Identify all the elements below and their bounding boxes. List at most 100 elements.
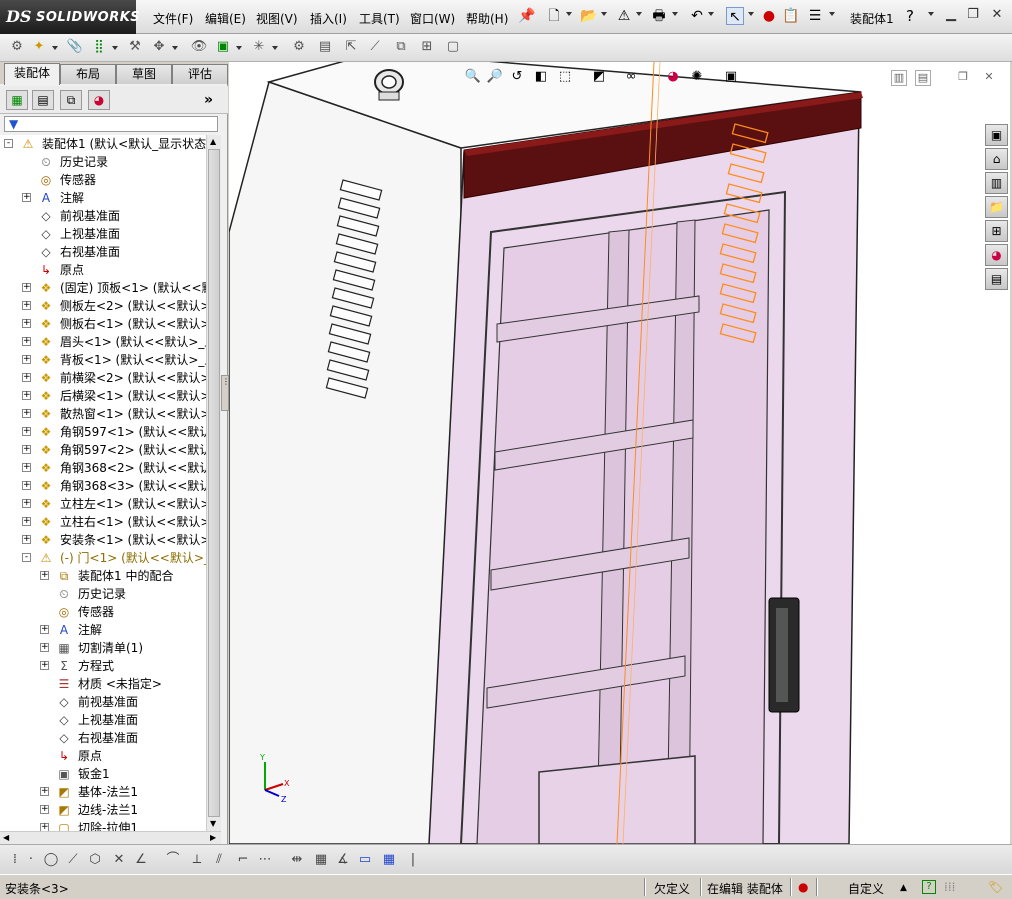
units-dropdown-icon[interactable]: ▲ bbox=[900, 883, 907, 893]
configuration-manager-icon[interactable]: ⧉ bbox=[60, 90, 82, 110]
circle-icon[interactable]: ◯ bbox=[42, 851, 60, 869]
solidworks-resources-icon[interactable]: ▣ bbox=[985, 124, 1008, 146]
scroll-down-icon[interactable]: ▼ bbox=[210, 819, 216, 828]
expand-icon[interactable]: + bbox=[40, 661, 49, 670]
expand-icon[interactable]: + bbox=[22, 409, 31, 418]
units-status[interactable]: 自定义 bbox=[848, 880, 884, 897]
tab-layout[interactable]: 布局 bbox=[60, 64, 116, 84]
instant3d-icon[interactable]: ▢ bbox=[444, 38, 462, 56]
apply-scene-icon[interactable]: ✺ bbox=[688, 68, 706, 86]
help-icon[interactable]: ? bbox=[906, 7, 914, 25]
tree-horizontal-scrollbar[interactable]: ◀ ▶ bbox=[0, 831, 221, 844]
exploded-view-icon[interactable]: ⇱ bbox=[342, 38, 360, 56]
clearance-verification-icon[interactable]: ⊞ bbox=[418, 38, 436, 56]
tag-icon[interactable]: 🏷 bbox=[988, 880, 1003, 894]
scroll-thumb[interactable] bbox=[208, 149, 220, 817]
tree-row[interactable]: ↳ 原点 bbox=[0, 261, 206, 279]
tree-vertical-scrollbar[interactable]: ▲ ▼ bbox=[206, 135, 221, 831]
design-library-icon[interactable]: ▥ bbox=[985, 172, 1008, 194]
expand-icon[interactable]: + bbox=[22, 517, 31, 526]
tree-row[interactable]: ◇ 前视基准面 bbox=[0, 693, 206, 711]
open-folder-icon[interactable]: 📂 bbox=[580, 7, 598, 25]
traffic-light-icon[interactable]: ● bbox=[760, 7, 778, 25]
polygon-icon[interactable]: ⬡ bbox=[86, 851, 104, 869]
tree-row[interactable]: + ◩ 边线-法兰1 bbox=[0, 801, 206, 819]
expand-icon[interactable]: + bbox=[22, 427, 31, 436]
expand-icon[interactable]: + bbox=[40, 571, 49, 580]
smart-dimension-icon[interactable]: ⇹ bbox=[288, 851, 306, 869]
tree-row[interactable]: + ❖ 侧板右<1> (默认<<默认>_显示 bbox=[0, 315, 206, 333]
menu-edit[interactable]: 编辑(E) bbox=[205, 10, 246, 27]
help-status-icon[interactable]: ? bbox=[922, 880, 936, 894]
expand-icon[interactable]: + bbox=[40, 625, 49, 634]
tree-row[interactable]: ◎ 传感器 bbox=[0, 171, 206, 189]
trim-icon[interactable]: ✕ bbox=[110, 851, 128, 869]
minimize-icon[interactable]: ▁ bbox=[942, 6, 960, 24]
line-icon[interactable]: ⟋ bbox=[64, 851, 82, 869]
corner-rect-icon[interactable]: ⌐ bbox=[234, 851, 252, 869]
appearances-icon[interactable]: ◕ bbox=[985, 244, 1008, 266]
tree-row[interactable]: ◇ 右视基准面 bbox=[0, 243, 206, 261]
interference-detection-icon[interactable]: ⧉ bbox=[392, 38, 410, 56]
smart-fasteners-icon[interactable]: ⚒ bbox=[126, 38, 144, 56]
menu-file[interactable]: 文件(F) bbox=[153, 10, 193, 27]
tree-row[interactable]: + Σ 方程式 bbox=[0, 657, 206, 675]
collapse-icon[interactable]: - bbox=[4, 139, 13, 148]
rebuild-warning-icon[interactable]: ⚠ bbox=[615, 7, 633, 25]
tree-row[interactable]: ▣ 钣金1 bbox=[0, 765, 206, 783]
file-explorer-icon[interactable]: 📁 bbox=[985, 196, 1008, 218]
menu-tools[interactable]: 工具(T) bbox=[359, 10, 400, 27]
expand-icon[interactable]: + bbox=[22, 499, 31, 508]
previous-view-icon[interactable]: ↺ bbox=[508, 68, 526, 86]
tree-row[interactable]: ◇ 上视基准面 bbox=[0, 711, 206, 729]
solidworks-logo[interactable]: DS SOLIDWORKS bbox=[0, 0, 140, 34]
tree-row[interactable]: + ❖ 侧板左<2> (默认<<默认>_显示 bbox=[0, 297, 206, 315]
tree-row[interactable]: + ❖ 眉头<1> (默认<<默认>_显示状 bbox=[0, 333, 206, 351]
linear-pattern-icon[interactable]: ⣿ bbox=[90, 38, 108, 56]
more-tabs-chevron[interactable]: » bbox=[204, 92, 213, 108]
tree-row[interactable]: ☰ 材质 <未指定> bbox=[0, 675, 206, 693]
expand-icon[interactable]: + bbox=[22, 319, 31, 328]
new-motion-study-icon[interactable]: ⚙ bbox=[290, 38, 308, 56]
tree-row[interactable]: + ❖ 立柱右<1> (默认<<默认>_显示 bbox=[0, 513, 206, 531]
tab-evaluate[interactable]: 评估 bbox=[172, 64, 228, 84]
property-manager-icon[interactable]: ▤ bbox=[32, 90, 54, 110]
expand-icon[interactable]: + bbox=[22, 535, 31, 544]
tree-row[interactable]: ◇ 前视基准面 bbox=[0, 207, 206, 225]
collapse-icon[interactable]: - bbox=[22, 553, 31, 562]
print-icon[interactable]: 🖶 bbox=[650, 7, 668, 25]
tree-row[interactable]: - ⚠ (-) 门<1> (默认<<默认>_显 bbox=[0, 549, 206, 567]
tree-row[interactable]: + A 注解 bbox=[0, 621, 206, 639]
reference-geometry-icon[interactable]: ✳ bbox=[250, 38, 268, 56]
zoom-to-area-icon[interactable]: 🔎 bbox=[486, 68, 504, 86]
expand-icon[interactable]: + bbox=[22, 445, 31, 454]
options-dropdown-icon[interactable] bbox=[829, 12, 835, 16]
tree-row[interactable]: + ❖ 散热窗<1> (默认<<默认>_显示 bbox=[0, 405, 206, 423]
expand-icon[interactable]: + bbox=[22, 373, 31, 382]
expand-icon[interactable]: + bbox=[22, 463, 31, 472]
tree-row[interactable]: + ❖ (固定) 顶板<1> (默认<<默认>_ bbox=[0, 279, 206, 297]
viewport-restore-icon[interactable]: ❐ bbox=[955, 70, 971, 86]
expand-icon[interactable]: + bbox=[22, 355, 31, 364]
centerline-icon[interactable]: ⋯ bbox=[256, 851, 274, 869]
layout-table-icon[interactable]: ▦ bbox=[380, 851, 398, 869]
expand-icon[interactable]: + bbox=[22, 301, 31, 310]
help-dropdown-icon[interactable] bbox=[928, 12, 934, 16]
tree-row[interactable]: ◇ 上视基准面 bbox=[0, 225, 206, 243]
display-manager-icon[interactable]: ◕ bbox=[88, 90, 110, 110]
tree-row[interactable]: + ❖ 角钢597<2> (默认<<默认>_显 bbox=[0, 441, 206, 459]
tab-assembly[interactable]: 装配体 bbox=[4, 63, 60, 85]
tree-row[interactable]: - ⚠ 装配体1 (默认<默认_显示状态- bbox=[0, 135, 206, 153]
mate-icon[interactable]: 📎 bbox=[66, 38, 84, 56]
menu-window[interactable]: 窗口(W) bbox=[410, 10, 455, 27]
edit-appearance-icon[interactable]: ◕ bbox=[664, 68, 682, 86]
zoom-to-fit-icon[interactable]: 🔍 bbox=[464, 68, 482, 86]
expand-icon[interactable]: + bbox=[22, 337, 31, 346]
expand-icon[interactable]: + bbox=[40, 823, 49, 831]
tree-row[interactable]: + ⧉ 装配体1 中的配合 bbox=[0, 567, 206, 585]
reference-dropdown-icon[interactable] bbox=[272, 46, 278, 50]
display-table-icon[interactable]: ▭ bbox=[356, 851, 374, 869]
select-dropdown-icon[interactable] bbox=[748, 12, 754, 16]
scroll-up-icon[interactable]: ▲ bbox=[210, 137, 216, 146]
scroll-left-icon[interactable]: ◀ bbox=[3, 833, 9, 842]
